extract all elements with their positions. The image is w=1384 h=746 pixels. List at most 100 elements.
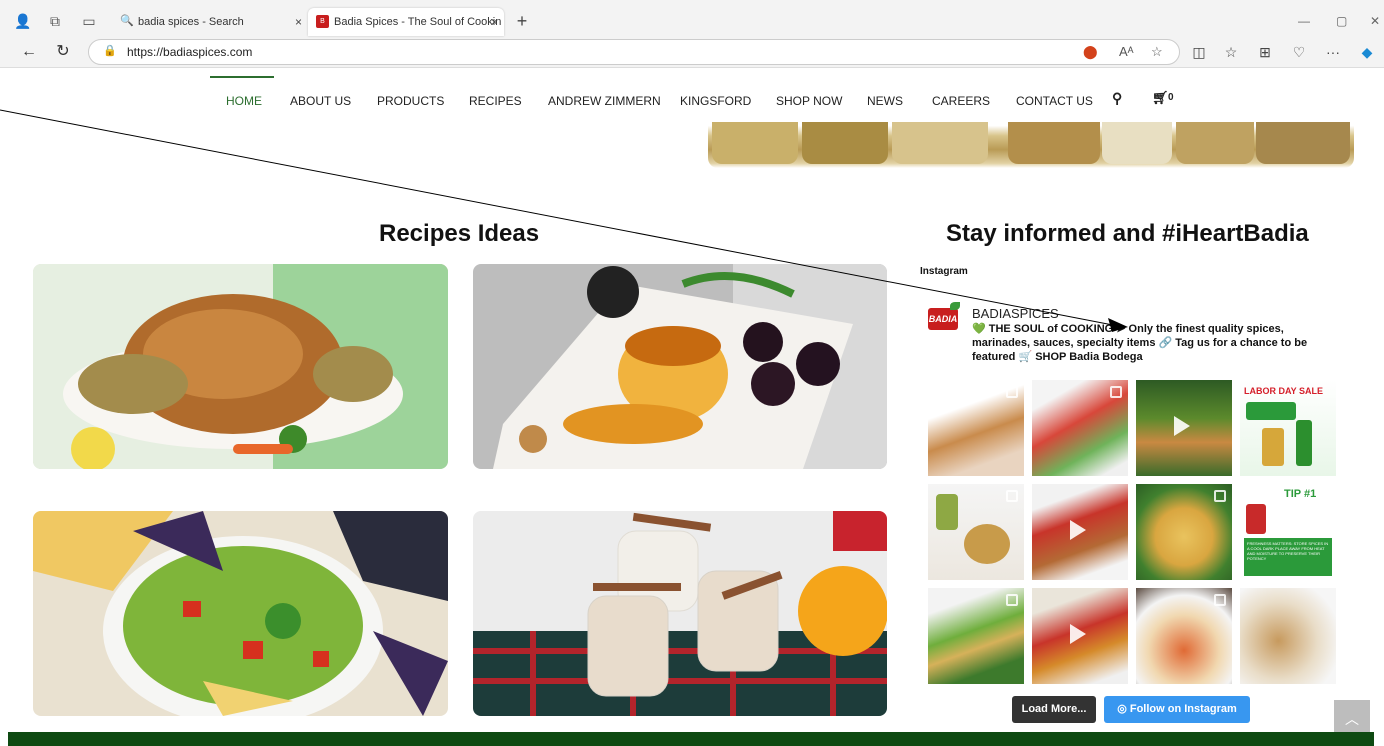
close-icon[interactable]: × [295,8,302,36]
tab-search[interactable]: 🔍 badia spices - Search × [112,8,308,36]
back-icon[interactable]: ← [18,41,40,63]
back-to-top-button[interactable]: ︿ [1334,700,1370,736]
restore-icon[interactable]: ▢ [1336,14,1347,28]
instagram-post[interactable] [1032,484,1128,580]
web-page: HOME ABOUT US PRODUCTS RECIPES ANDREW ZI… [8,68,1374,746]
nav-kingsford[interactable]: KINGSFORD [680,94,751,108]
freshness-text: FRESHNESS MATTERS: STORE SPICES IN A COO… [1244,538,1332,576]
instagram-post[interactable] [928,484,1024,580]
load-more-button[interactable]: Load More... [1012,696,1096,723]
instagram-post[interactable] [1136,588,1232,684]
jar [1176,122,1254,164]
close-icon[interactable]: × [491,8,498,36]
instagram-post[interactable]: TIP #1 FRESHNESS MATTERS: STORE SPICES I… [1240,484,1336,580]
nav-about-us[interactable]: ABOUT US [290,94,351,108]
hero-spice-jars-image [708,122,1354,168]
favorites-icon[interactable]: ☆ [1220,41,1242,63]
follow-instagram-button[interactable]: ◎ Follow on Instagram [1104,696,1250,723]
tracking-prevention-icon[interactable]: ⬤ [1083,44,1098,60]
lock-icon: 🔒 [103,45,117,57]
jar [1008,122,1100,164]
eggnog-image [473,511,887,716]
active-indicator [210,76,274,78]
favorite-star-icon[interactable]: ☆ [1151,44,1163,60]
nav-andrew-zimmern[interactable]: ANDREW ZIMMERN [548,94,661,108]
read-aloud-icon[interactable]: Aᴬ [1119,44,1134,59]
carousel-icon [1214,490,1226,502]
carousel-icon [1110,386,1122,398]
footer-bar [8,732,1374,746]
instagram-post[interactable] [1136,380,1232,476]
jar [712,122,798,164]
instagram-icon: ◎ [1117,703,1130,715]
recipe-card-flan[interactable] [473,264,887,469]
nav-contact-us[interactable]: CONTACT US [1016,94,1093,108]
spice-jar [936,494,958,530]
recipe-card-roast-chicken[interactable] [33,264,448,469]
instagram-post[interactable] [928,380,1024,476]
new-tab-button[interactable]: + [512,8,532,36]
carousel-icon [1006,490,1018,502]
instagram-post[interactable] [1032,588,1128,684]
flan-image [473,264,887,469]
instagram-bio: 💚 THE SOUL of COOKING ➤ Only the finest … [972,323,1308,363]
follow-label: Follow on Instagram [1129,703,1237,715]
instagram-post[interactable] [1136,484,1232,580]
nav-shop-now[interactable]: SHOP NOW [776,94,842,108]
toolbar: ← ↻ 🔒 https://badiaspices.com ⬤ Aᴬ ☆ ◫ ☆… [0,38,1384,66]
tip-text: TIP #1 [1284,488,1317,500]
tab-title: badia spices - Search [138,16,244,28]
extensions-icon[interactable]: ♡ [1288,41,1310,63]
cart-count: 0 [1168,92,1174,103]
profile-icon[interactable]: 👤 [14,12,32,30]
badia-favicon-icon: B [316,15,329,28]
collections-icon[interactable]: ⧉ [46,12,64,30]
tab-actions-icon[interactable]: ▭ [80,12,98,30]
cart-icon[interactable]: 🛒︎ [1152,90,1169,106]
spice-jar [1246,504,1266,534]
instagram-post[interactable] [1240,588,1336,684]
tab-badia[interactable]: B Badia Spices - The Soul of Cookin × [308,8,504,36]
tab-title: Badia Spices - The Soul of Cookin [334,16,502,28]
fritters [964,524,1010,564]
nav-recipes[interactable]: RECIPES [469,94,522,108]
guacamole-image [33,511,448,716]
browser-chrome: 👤 ⧉ ▭ 🔍 badia spices - Search × B Badia … [0,0,1384,68]
collections-toolbar-icon[interactable]: ⊞ [1254,41,1276,63]
minimize-icon[interactable]: — [1298,14,1310,28]
recipes-title: Recipes Ideas [379,220,540,247]
carousel-icon [1006,594,1018,606]
roast-chicken-image [33,264,448,469]
spice-bottle [1262,428,1284,466]
instagram-label: Instagram [920,266,968,277]
search-icon: 🔍 [120,15,134,27]
nav-news[interactable]: NEWS [867,94,903,108]
badge [1246,402,1296,420]
tab-strip: 👤 ⧉ ▭ 🔍 badia spices - Search × B Badia … [0,8,1384,36]
nav-products[interactable]: PRODUCTS [377,94,444,108]
close-window-icon[interactable]: ✕ [1370,14,1380,28]
logo-text: BADIA [928,314,958,324]
copilot-icon[interactable]: ◆ [1356,41,1378,63]
recipe-card-eggnog[interactable] [473,511,887,716]
instagram-handle[interactable]: BADIASPICES [972,306,1059,321]
url-text: https://badiaspices.com [127,45,253,59]
site-nav: HOME ABOUT US PRODUCTS RECIPES ANDREW ZI… [8,68,1374,124]
play-icon [1070,520,1086,540]
split-screen-icon[interactable]: ◫ [1188,41,1210,63]
carousel-icon [1006,386,1018,398]
nav-home[interactable]: HOME [226,94,262,108]
jar [892,122,988,164]
address-bar[interactable]: 🔒 https://badiaspices.com ⬤ Aᴬ ☆ [88,39,1180,65]
recipe-card-guacamole[interactable] [33,511,448,716]
instagram-post[interactable] [928,588,1024,684]
instagram-post[interactable] [1032,380,1128,476]
badia-logo[interactable]: BADIA [928,302,960,330]
refresh-icon[interactable]: ↻ [52,41,74,63]
jar [802,122,888,164]
more-icon[interactable]: ··· [1322,41,1344,63]
chevron-up-icon: ︿ [1345,711,1359,727]
instagram-post[interactable]: LABOR DAY SALE [1240,380,1336,476]
search-icon[interactable]: ⚲ [1112,90,1122,107]
nav-careers[interactable]: CAREERS [932,94,990,108]
